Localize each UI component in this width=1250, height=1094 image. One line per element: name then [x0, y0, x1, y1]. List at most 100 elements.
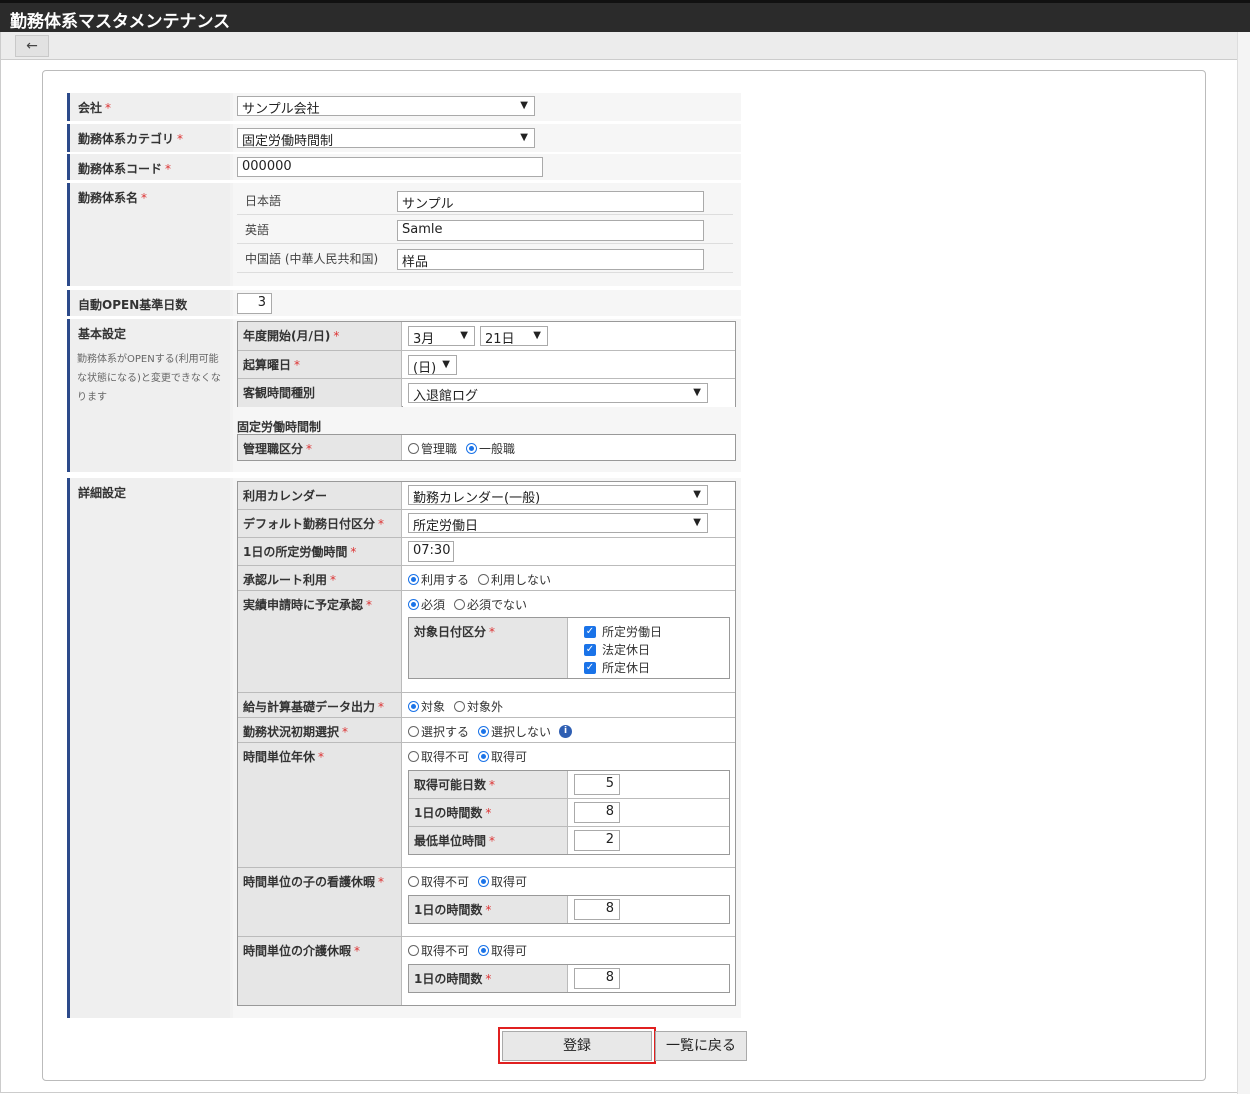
company-label: 会社 * — [67, 93, 230, 121]
mgmt-radio-manager[interactable]: 管理職 — [408, 440, 457, 457]
code-input[interactable]: 000000 — [237, 157, 543, 177]
chevron-down-icon: ▼ — [693, 387, 701, 398]
target-check-prescribed-holiday[interactable]: ✓ 所定休日 — [584, 659, 650, 676]
name-ja-input[interactable]: サンプル — [397, 191, 704, 212]
hourly-leave-unavailable-radio[interactable]: 取得不可 — [408, 748, 469, 765]
scrollbar[interactable] — [1237, 32, 1250, 1094]
pre-approval-not-required-radio[interactable]: 必須でない — [454, 596, 527, 613]
child-care-hours-row: 1日の時間数 * 8 — [409, 896, 729, 923]
detail-settings-label: 詳細設定 — [67, 478, 230, 1018]
child-care-label: 時間単位の子の看護休暇 * — [238, 868, 402, 936]
hourly-min-row: 最低単位時間 * 2 — [409, 827, 729, 854]
detail-settings-row: 詳細設定 利用カレンダー 勤務カレンダー(一般) ▼ デフォルト勤務日付区分 * 所… — [67, 478, 741, 1018]
objective-time-row: 客観時間種別 入退館ログ ▼ — [238, 379, 735, 407]
basic-note: 勤務体系がOPENする(利用可能 な状態になる)と変更できなくな ります — [77, 354, 221, 403]
category-row: 勤務体系カテゴリ * 固定労働時間制 ▼ — [67, 124, 741, 152]
target-check-legal-holiday[interactable]: ✓ 法定休日 — [584, 641, 650, 658]
register-button[interactable]: 登録 — [502, 1031, 652, 1061]
approval-route-nouse-radio[interactable]: 利用しない — [478, 571, 551, 588]
approval-route-label: 承認ルート利用 * — [238, 566, 402, 590]
back-to-list-button[interactable]: 一覧に戻る — [655, 1031, 747, 1061]
objective-time-select[interactable]: 入退館ログ ▼ — [408, 383, 708, 404]
daily-hours-input[interactable]: 07:30 — [408, 541, 454, 562]
hourly-leave-label: 時間単位年休 * — [238, 743, 402, 867]
target-check-workday[interactable]: ✓ 所定労働日 — [584, 623, 662, 640]
calendar-row: 利用カレンダー 勤務カレンダー(一般) ▼ — [238, 482, 735, 510]
pre-approval-required-radio[interactable]: 必須 — [408, 596, 445, 613]
auto-open-label: 自動OPEN基準日数 — [67, 290, 230, 316]
target-date-label: 対象日付区分 * — [409, 618, 568, 678]
auto-open-row: 自動OPEN基準日数 3 — [67, 290, 741, 316]
fixed-hours-heading: 固定労働時間制 — [237, 420, 322, 434]
name-en-input[interactable]: Samle — [397, 220, 704, 241]
hourly-hours-input[interactable]: 8 — [574, 802, 620, 823]
target-date-box: 対象日付区分 * ✓ 所定労働日 ✓ 法定休日 ✓ 所定休日 — [408, 617, 730, 679]
hourly-days-row: 取得可能日数 * 5 — [409, 771, 729, 799]
child-care-available-radio[interactable]: 取得可 — [478, 873, 527, 890]
year-start-label: 年度開始(月/日) * — [238, 322, 402, 350]
checkmark-icon: ✓ — [584, 661, 596, 674]
chevron-down-icon: ▼ — [520, 132, 528, 143]
payroll-nontarget-radio[interactable]: 対象外 — [454, 698, 503, 715]
toolbar: ← — [0, 32, 1250, 60]
company-select[interactable]: サンプル会社 ▼ — [237, 96, 535, 117]
basic-subtable: 年度開始(月/日) * 3月 ▼ 21日 ▼ 起算曜日 * (日) ▼ 客観時間種別 入退… — [237, 321, 736, 407]
month-select[interactable]: 3月 ▼ — [408, 326, 475, 347]
child-care-hours-input[interactable]: 8 — [574, 899, 620, 920]
child-care-box: 1日の時間数 * 8 — [408, 895, 730, 924]
hourly-min-input[interactable]: 2 — [574, 830, 620, 851]
nursing-care-hours-input[interactable]: 8 — [574, 968, 620, 989]
nursing-care-row: 時間単位の介護休暇 * 取得不可 取得可 1日の時間数 * 8 — [238, 937, 735, 1005]
weekday-select[interactable]: (日) ▼ — [408, 355, 457, 376]
mgmt-label: 管理職区分 * — [238, 435, 402, 460]
name-row: 勤務体系名 * 日本語 サンプル 英語 Samle 中国語 (中華人民共和国) 样… — [67, 183, 741, 286]
status-select-no-radio[interactable]: 選択しない i — [478, 723, 573, 740]
chevron-down-icon: ▼ — [693, 489, 701, 500]
year-start-row: 年度開始(月/日) * 3月 ▼ 21日 ▼ — [238, 322, 735, 351]
pre-approval-row: 実績申請時に予定承認 * 必須 必須でない 対象日付区分 * ✓ 所定労働日 ✓ 法定休… — [238, 591, 735, 693]
payroll-row: 給与計算基礎データ出力 * 対象 対象外 — [238, 693, 735, 718]
hourly-leave-available-radio[interactable]: 取得可 — [478, 748, 527, 765]
chevron-down-icon: ▼ — [693, 517, 701, 528]
name-zh-input[interactable]: 样品 — [397, 249, 704, 270]
hourly-leave-box: 取得可能日数 * 5 1日の時間数 * 8 最低単位時間 * 2 — [408, 770, 730, 855]
nursing-care-available-radio[interactable]: 取得可 — [478, 942, 527, 959]
category-label: 勤務体系カテゴリ * — [67, 124, 230, 152]
en-label: 英語 — [245, 223, 270, 237]
calendar-label: 利用カレンダー — [238, 482, 402, 509]
nursing-care-hours-row: 1日の時間数 * 8 — [409, 965, 729, 992]
default-date-select[interactable]: 所定労働日 ▼ — [408, 513, 708, 534]
chevron-down-icon: ▼ — [460, 330, 468, 341]
category-select[interactable]: 固定労働時間制 ▼ — [237, 128, 535, 149]
payroll-target-radio[interactable]: 対象 — [408, 698, 445, 715]
chevron-down-icon: ▼ — [442, 359, 450, 370]
page-title: 勤務体系マスタメンテナンス — [10, 12, 231, 32]
hourly-days-input[interactable]: 5 — [574, 774, 620, 795]
daily-hours-label: 1日の所定労働時間 * — [238, 538, 402, 565]
title-bar: 勤務体系マスタメンテナンス — [0, 0, 1250, 32]
default-date-label: デフォルト勤務日付区分 * — [238, 510, 402, 537]
status-select-label: 勤務状況初期選択 * — [238, 718, 402, 742]
hourly-hours-label: 1日の時間数 * — [409, 799, 568, 826]
nursing-care-unavailable-radio[interactable]: 取得不可 — [408, 942, 469, 959]
target-date-row: 対象日付区分 * ✓ 所定労働日 ✓ 法定休日 ✓ 所定休日 — [409, 618, 729, 678]
ja-label: 日本語 — [245, 194, 282, 208]
default-date-row: デフォルト勤務日付区分 * 所定労働日 ▼ — [238, 510, 735, 538]
approval-route-use-radio[interactable]: 利用する — [408, 571, 469, 588]
nursing-care-box: 1日の時間数 * 8 — [408, 964, 730, 993]
approval-route-row: 承認ルート利用 * 利用する 利用しない — [238, 566, 735, 591]
day-select[interactable]: 21日 ▼ — [480, 326, 548, 347]
code-label: 勤務体系コード * — [67, 154, 230, 180]
name-label: 勤務体系名 * — [67, 183, 230, 286]
auto-open-input[interactable]: 3 — [237, 293, 272, 314]
status-select-yes-radio[interactable]: 選択する — [408, 723, 469, 740]
mgmt-row: 管理職区分 * 管理職 一般職 — [238, 435, 735, 460]
child-care-unavailable-radio[interactable]: 取得不可 — [408, 873, 469, 890]
week-start-label: 起算曜日 * — [238, 351, 402, 378]
objective-time-label: 客観時間種別 — [238, 379, 402, 407]
back-arrow-icon[interactable]: ← — [15, 35, 49, 57]
info-icon[interactable]: i — [559, 725, 573, 738]
hourly-hours-row: 1日の時間数 * 8 — [409, 799, 729, 827]
mgmt-radio-general[interactable]: 一般職 — [466, 440, 515, 457]
calendar-select[interactable]: 勤務カレンダー(一般) ▼ — [408, 485, 708, 506]
